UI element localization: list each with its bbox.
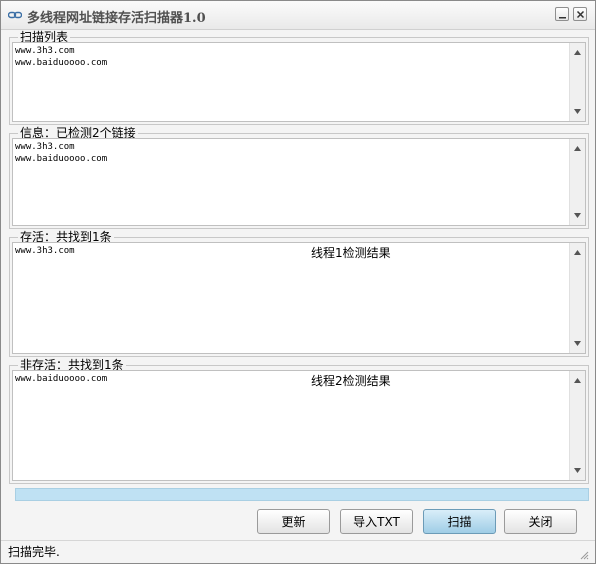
scan-button[interactable]: 扫描: [423, 509, 496, 534]
dead-textarea[interactable]: www.baiduoooo.com 线程2检测结果: [12, 370, 586, 481]
window-title: 多线程网址链接存活扫描器1.0: [27, 11, 206, 26]
arrow-up-icon[interactable]: [573, 248, 582, 257]
scan-list-group: 扫描列表 www.3h3.com www.baiduoooo.com: [9, 30, 589, 125]
dead-scrollbar[interactable]: [569, 371, 585, 480]
info-group: 信息：已检测2个链接 www.3h3.com www.baiduoooo.com: [9, 126, 589, 229]
refresh-button[interactable]: 更新: [257, 509, 330, 534]
alive-textarea[interactable]: www.3h3.com 线程1检测结果: [12, 242, 586, 354]
arrow-down-icon[interactable]: [573, 107, 582, 116]
scan-list-textarea[interactable]: www.3h3.com www.baiduoooo.com: [12, 42, 586, 122]
arrow-up-icon[interactable]: [573, 48, 582, 57]
arrow-down-icon[interactable]: [573, 339, 582, 348]
alive-content: www.3h3.com: [15, 246, 75, 256]
info-scrollbar[interactable]: [569, 139, 585, 225]
arrow-up-icon[interactable]: [573, 144, 582, 153]
link-icon: [8, 11, 22, 19]
scan-list-scrollbar[interactable]: [569, 43, 585, 121]
info-textarea[interactable]: www.3h3.com www.baiduoooo.com: [12, 138, 586, 226]
alive-scrollbar[interactable]: [569, 243, 585, 353]
alive-group: 存活：共找到1条 www.3h3.com 线程1检测结果: [9, 230, 589, 357]
thread-2-result-label: 线程2检测结果: [311, 374, 391, 388]
arrow-down-icon[interactable]: [573, 466, 582, 475]
close-button[interactable]: 关闭: [504, 509, 577, 534]
scan-progress-bar: [15, 488, 589, 501]
arrow-down-icon[interactable]: [573, 211, 582, 220]
thread-1-result-label: 线程1检测结果: [311, 246, 391, 260]
scan-list-content: www.3h3.com www.baiduoooo.com: [15, 46, 108, 68]
info-content: www.3h3.com www.baiduoooo.com: [15, 142, 108, 164]
resize-grip-icon[interactable]: [579, 550, 589, 560]
close-window-button[interactable]: [573, 7, 587, 21]
title-bar[interactable]: 多线程网址链接存活扫描器1.0: [1, 1, 595, 30]
close-icon: [576, 10, 585, 19]
arrow-up-icon[interactable]: [573, 376, 582, 385]
main-window: 多线程网址链接存活扫描器1.0 扫描列表 www.3h3.com www.bai…: [0, 0, 596, 564]
status-text: 扫描完毕.: [8, 545, 60, 559]
minimize-button[interactable]: [555, 7, 569, 21]
dead-group: 非存活：共找到1条 www.baiduoooo.com 线程2检测结果: [9, 358, 589, 484]
dead-content: www.baiduoooo.com: [15, 374, 108, 384]
scan-progress-fill: [16, 489, 588, 500]
minimize-icon: [559, 17, 566, 19]
status-bar: 扫描完毕.: [1, 540, 595, 563]
import-txt-button[interactable]: 导入TXT: [340, 509, 413, 534]
